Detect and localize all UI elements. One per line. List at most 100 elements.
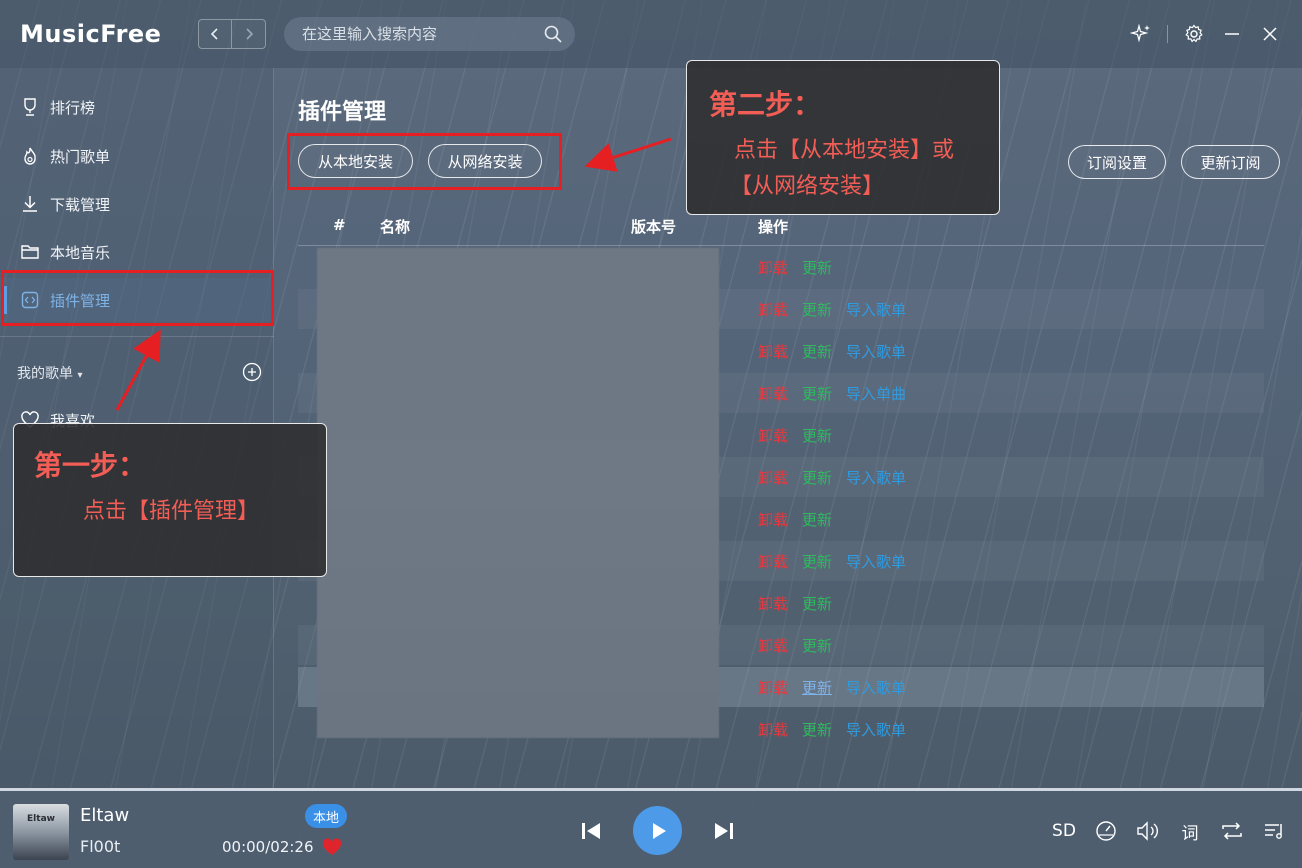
sidebar-item-hot-playlists[interactable]: 热门歌单 bbox=[0, 134, 274, 178]
source-badge: 本地 bbox=[305, 804, 348, 828]
step2-description-line1: 点击【从本地安装】或 bbox=[733, 138, 954, 163]
update-link[interactable]: 更新 bbox=[802, 551, 832, 572]
import-playlist-link[interactable]: 导入歌单 bbox=[846, 551, 906, 572]
subscription-settings-button[interactable]: 订阅设置 bbox=[1068, 145, 1166, 179]
plus-circle-icon bbox=[242, 362, 262, 382]
lyrics-button[interactable]: 词 bbox=[1178, 819, 1202, 844]
previous-button[interactable] bbox=[578, 819, 604, 843]
search-icon[interactable] bbox=[543, 24, 563, 44]
skip-previous-icon bbox=[582, 823, 600, 839]
repeat-icon bbox=[1222, 822, 1242, 840]
step2-description-line2: 【从网络安装】 bbox=[729, 174, 884, 199]
app-logo: MusicFree bbox=[20, 20, 162, 48]
update-link[interactable]: 更新 bbox=[802, 509, 832, 530]
next-button[interactable] bbox=[711, 819, 737, 843]
import-playlist-link[interactable]: 导入歌单 bbox=[846, 677, 906, 698]
player-right-controls: SD 词 bbox=[1052, 819, 1286, 844]
uninstall-link[interactable]: 卸载 bbox=[758, 257, 788, 278]
heart-icon bbox=[322, 838, 342, 855]
blurred-plugin-names bbox=[317, 248, 719, 738]
update-link[interactable]: 更新 bbox=[802, 593, 832, 614]
cover-text: Eltaw bbox=[27, 814, 55, 824]
speedometer-icon bbox=[1096, 821, 1116, 841]
row-actions: 卸载 更新 导入歌单 bbox=[758, 289, 906, 329]
row-actions: 卸载 更新 导入歌单 bbox=[758, 709, 906, 749]
add-playlist-button[interactable] bbox=[242, 362, 262, 386]
sidebar-item-label: 本地音乐 bbox=[50, 243, 111, 262]
uninstall-link[interactable]: 卸载 bbox=[758, 593, 788, 614]
row-actions: 卸载 更新 bbox=[758, 247, 832, 287]
column-header-actions: 操作 bbox=[758, 218, 789, 236]
download-icon bbox=[23, 196, 37, 212]
album-cover[interactable]: Eltaw bbox=[13, 804, 69, 860]
minimize-icon[interactable] bbox=[1220, 22, 1244, 46]
update-link[interactable]: 更新 bbox=[802, 383, 832, 404]
row-actions: 卸载 更新 导入歌单 bbox=[758, 667, 906, 707]
update-link[interactable]: 更新 bbox=[802, 719, 832, 740]
uninstall-link[interactable]: 卸载 bbox=[758, 299, 788, 320]
volume-button[interactable] bbox=[1136, 819, 1160, 843]
update-subscription-button[interactable]: 更新订阅 bbox=[1181, 145, 1280, 179]
update-link[interactable]: 更新 bbox=[802, 467, 832, 488]
import-playlist-link[interactable]: 导入歌单 bbox=[846, 299, 906, 320]
favorite-button[interactable] bbox=[322, 838, 342, 860]
skip-next-icon bbox=[715, 823, 733, 839]
gear-icon[interactable] bbox=[1182, 22, 1206, 46]
import-song-link[interactable]: 导入单曲 bbox=[846, 383, 906, 404]
sidebar-item-label: 下载管理 bbox=[50, 195, 111, 214]
close-icon[interactable] bbox=[1258, 22, 1282, 46]
repeat-button[interactable] bbox=[1220, 819, 1244, 843]
quality-button[interactable]: SD bbox=[1052, 819, 1076, 843]
back-button[interactable] bbox=[198, 19, 232, 49]
update-link[interactable]: 更新 bbox=[802, 299, 832, 320]
window-controls bbox=[1129, 22, 1282, 46]
forward-button[interactable] bbox=[232, 19, 266, 49]
playlist-button[interactable] bbox=[1262, 819, 1286, 843]
import-playlist-link[interactable]: 导入歌单 bbox=[846, 467, 906, 488]
trophy-icon bbox=[24, 98, 36, 116]
uninstall-link[interactable]: 卸载 bbox=[758, 677, 788, 698]
table-header-divider bbox=[298, 245, 1264, 246]
uninstall-link[interactable]: 卸载 bbox=[758, 341, 788, 362]
my-playlists-toggle[interactable]: 我的歌单 ▾ bbox=[17, 363, 82, 383]
uninstall-link[interactable]: 卸载 bbox=[758, 551, 788, 572]
sidebar-item-downloads[interactable]: 下载管理 bbox=[0, 182, 274, 226]
update-link[interactable]: 更新 bbox=[802, 425, 832, 446]
sparkle-theme-icon[interactable] bbox=[1129, 22, 1153, 46]
highlight-frame-plugin-management bbox=[1, 270, 274, 326]
search-input[interactable] bbox=[302, 25, 543, 43]
uninstall-link[interactable]: 卸载 bbox=[758, 509, 788, 530]
row-actions: 卸载 更新 bbox=[758, 625, 832, 665]
sidebar-item-charts[interactable]: 排行榜 bbox=[0, 85, 274, 129]
row-actions: 卸载 更新 导入歌单 bbox=[758, 457, 906, 497]
search-bar bbox=[284, 17, 575, 51]
import-playlist-link[interactable]: 导入歌单 bbox=[846, 719, 906, 740]
separator bbox=[1167, 25, 1168, 43]
play-button[interactable] bbox=[633, 806, 682, 855]
sidebar-item-label: 排行榜 bbox=[50, 98, 96, 117]
row-actions: 卸载 更新 bbox=[758, 583, 832, 623]
row-actions: 卸载 更新 bbox=[758, 415, 832, 455]
update-link[interactable]: 更新 bbox=[802, 677, 832, 698]
uninstall-link[interactable]: 卸载 bbox=[758, 467, 788, 488]
uninstall-link[interactable]: 卸载 bbox=[758, 425, 788, 446]
artist-name: Fl00t bbox=[80, 837, 121, 856]
caret-down-icon: ▾ bbox=[77, 370, 83, 381]
uninstall-link[interactable]: 卸载 bbox=[758, 635, 788, 656]
column-header-name: 名称 bbox=[380, 218, 411, 236]
song-title[interactable]: Eltaw bbox=[80, 805, 129, 826]
player-bar: Eltaw Eltaw Fl00t 本地 00:00/02:26 SD 词 bbox=[0, 791, 1302, 868]
uninstall-link[interactable]: 卸载 bbox=[758, 719, 788, 740]
update-link[interactable]: 更新 bbox=[802, 257, 832, 278]
speed-button[interactable] bbox=[1094, 819, 1118, 843]
update-link[interactable]: 更新 bbox=[802, 341, 832, 362]
update-link[interactable]: 更新 bbox=[802, 635, 832, 656]
title-bar: MusicFree bbox=[0, 0, 1302, 68]
page-title: 插件管理 bbox=[298, 100, 387, 125]
my-playlists-label: 我的歌单 bbox=[17, 366, 73, 382]
column-header-index: # bbox=[333, 216, 346, 234]
sidebar-item-local-music[interactable]: 本地音乐 bbox=[0, 230, 274, 274]
uninstall-link[interactable]: 卸载 bbox=[758, 383, 788, 404]
import-playlist-link[interactable]: 导入歌单 bbox=[846, 341, 906, 362]
row-actions: 卸载 更新 导入歌单 bbox=[758, 541, 906, 581]
